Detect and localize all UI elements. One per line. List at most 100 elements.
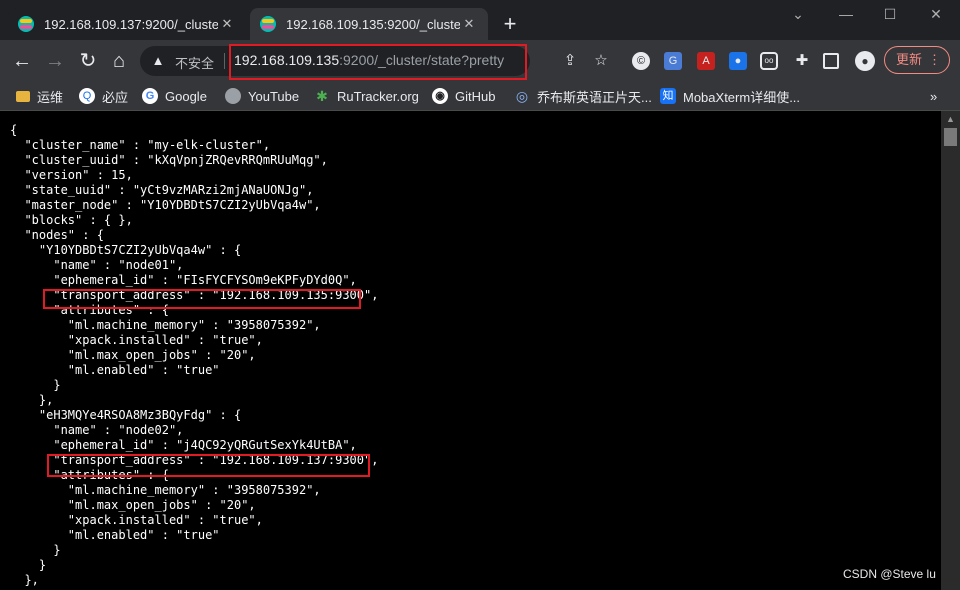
json-content: { "cluster_name" : "my-elk-cluster", "cl… [10, 123, 378, 588]
json-line: } [38, 558, 47, 572]
maximize-button[interactable]: ☐ [878, 6, 902, 23]
bookmark-label: MobaXterm详细使... [683, 89, 801, 105]
url-text[interactable]: 192.168.109.135:9200/_cluster/state?pret… [234, 52, 504, 68]
json-line: "ephemeral_id" : "j4QC92yQRGutSexYk4UtBA… [53, 438, 357, 452]
tab-strip: 192.168.109.137:9200/_cluster/ ✕ 192.168… [0, 0, 960, 40]
bookmark-star-icon[interactable]: ☆ [590, 50, 612, 72]
bookmark-youtube[interactable]: YouTube [225, 86, 299, 106]
warning-icon[interactable]: ▲ [150, 53, 166, 69]
json-line: "ml.max_open_jobs" : "20", [67, 348, 256, 362]
json-line: "nodes" : { [24, 228, 104, 242]
tab-search-icon[interactable]: ⌄ [786, 6, 810, 23]
menu-dots-icon: ⋮ [928, 52, 941, 67]
bookmark-label: Google [165, 88, 207, 104]
bookmark-folder-yunwei[interactable]: 运维 [16, 86, 63, 106]
json-viewer: { "cluster_name" : "my-elk-cluster", "cl… [0, 111, 941, 590]
json-line: "blocks" : { }, [24, 213, 133, 227]
json-line: "cluster_name" : "my-elk-cluster", [24, 138, 271, 152]
json-line: "state_uuid" : "yCt9vzMARzi2mjANaUONJg", [24, 183, 314, 197]
json-line: "master_node" : "Y10YDBDtS7CZI2yUbVqa4w"… [24, 198, 321, 212]
json-line: "name" : "node01", [53, 258, 184, 272]
update-button[interactable]: 更新 ⋮ [884, 46, 950, 74]
bookmark-mobaxterm[interactable]: 知 MobaXterm详细使... [660, 86, 800, 106]
scrollbar-thumb[interactable] [944, 128, 957, 146]
url-path: :9200/_cluster/state?pretty [339, 52, 505, 68]
zhihu-icon: 知 [660, 88, 676, 104]
github-icon: ◉ [432, 88, 448, 104]
minimize-button[interactable]: — [834, 6, 858, 22]
tab-cluster-135[interactable]: 192.168.109.135:9200/_cluster/ ✕ [250, 8, 488, 40]
translate-icon[interactable]: G [664, 52, 682, 70]
star-icon: ✱ [314, 88, 330, 104]
pdf-icon[interactable]: A [697, 52, 715, 70]
json-line: } [53, 378, 61, 392]
home-button[interactable]: ⌂ [107, 49, 131, 73]
security-label[interactable]: 不安全 [175, 53, 214, 72]
close-window-button[interactable]: ✕ [924, 6, 948, 23]
json-line: "ml.enabled" : "true" [67, 528, 220, 542]
elastic-favicon-icon [18, 16, 34, 32]
tab-cluster-137[interactable]: 192.168.109.137:9200/_cluster/ ✕ [8, 8, 246, 40]
drop-icon[interactable]: ● [729, 52, 747, 70]
vertical-scrollbar[interactable]: ▲ [941, 111, 960, 590]
bookmark-google[interactable]: G Google [142, 86, 207, 106]
json-line: "ml.max_open_jobs" : "20", [67, 498, 256, 512]
bookmarks-overflow-button[interactable]: » [930, 86, 937, 106]
bookmark-label: RuTracker.org [337, 88, 419, 104]
share-icon[interactable]: ⇪ [559, 50, 581, 72]
google-icon: G [142, 88, 158, 104]
bookmark-label: 运维 [37, 89, 64, 105]
folder-icon [16, 90, 30, 102]
json-line: "ephemeral_id" : "FIsFYCFYSOm9eKPFyDYd0Q… [53, 273, 357, 287]
json-line: "xpack.installed" : "true", [67, 513, 263, 527]
address-divider [224, 53, 225, 69]
forward-button[interactable]: → [43, 49, 67, 73]
update-label: 更新 [896, 52, 923, 67]
extension-box-icon[interactable]: oo [760, 52, 778, 70]
side-panel-icon[interactable] [823, 53, 839, 69]
json-line: "ml.machine_memory" : "3958075392", [67, 318, 321, 332]
url-host: 192.168.109.135 [234, 52, 340, 68]
tab-close-icon[interactable]: ✕ [218, 16, 236, 32]
json-line: "transport_address" : "192.168.109.137:9… [53, 453, 379, 467]
reload-button[interactable]: ↻ [76, 49, 100, 73]
tab-close-icon[interactable]: ✕ [460, 16, 478, 32]
back-button[interactable]: ← [10, 49, 34, 73]
bookmark-github[interactable]: ◉ GitHub [432, 86, 495, 106]
globe-icon [225, 88, 241, 104]
json-line: "name" : "node02", [53, 423, 184, 437]
json-line: "eH3MQYe4RSOA8Mz3BQyFdg" : { [38, 408, 242, 422]
json-line: "ml.enabled" : "true" [67, 363, 220, 377]
circle-icon: ◎ [514, 88, 530, 104]
profile-avatar-icon[interactable]: ● [855, 51, 875, 71]
bookmark-rutracker[interactable]: ✱ RuTracker.org [314, 86, 419, 106]
extensions-puzzle-icon[interactable]: ✚ [791, 50, 813, 72]
address-bar[interactable]: ▲ 不安全 192.168.109.135:9200/_cluster/stat… [140, 46, 530, 76]
scroll-up-icon[interactable]: ▲ [941, 111, 960, 127]
json-line: "transport_address" : "192.168.109.135:9… [53, 288, 379, 302]
bookmark-label: 必应 [102, 89, 129, 105]
json-line: "version" : 15, [24, 168, 133, 182]
extension-c-icon[interactable]: © [632, 52, 650, 70]
json-line: { [10, 123, 18, 137]
json-line: "xpack.installed" : "true", [67, 333, 263, 347]
bookmark-bing[interactable]: Q 必应 [79, 86, 128, 106]
json-line: "Y10YDBDtS7CZI2yUbVqa4w" : { [38, 243, 242, 257]
json-line: "attributes" : { [53, 303, 169, 317]
bookmarks-bar: 运维 Q 必应 G Google YouTube ✱ RuTracker.org… [0, 82, 960, 111]
json-line: } [53, 543, 61, 557]
json-line: "cluster_uuid" : "kXqVpnjZRQevRRQmRUuMqg… [24, 153, 328, 167]
bookmark-jobs-english[interactable]: ◎ 乔布斯英语正片天... [514, 86, 652, 106]
json-line: }, [38, 393, 54, 407]
watermark: CSDN @Steve lu [843, 567, 936, 581]
tab-title: 192.168.109.135:9200/_cluster/ [286, 16, 460, 32]
json-line: "ml.machine_memory" : "3958075392", [67, 483, 321, 497]
browser-toolbar: ← → ↻ ⌂ ▲ 不安全 192.168.109.135:9200/_clus… [0, 40, 960, 82]
tab-title: 192.168.109.137:9200/_cluster/ [44, 16, 218, 32]
json-line: }, [24, 573, 39, 587]
bookmark-label: GitHub [455, 88, 496, 104]
new-tab-button[interactable]: + [498, 12, 522, 36]
bookmark-label: YouTube [248, 88, 300, 104]
json-line: "attributes" : { [53, 468, 169, 482]
search-icon: Q [79, 88, 95, 104]
